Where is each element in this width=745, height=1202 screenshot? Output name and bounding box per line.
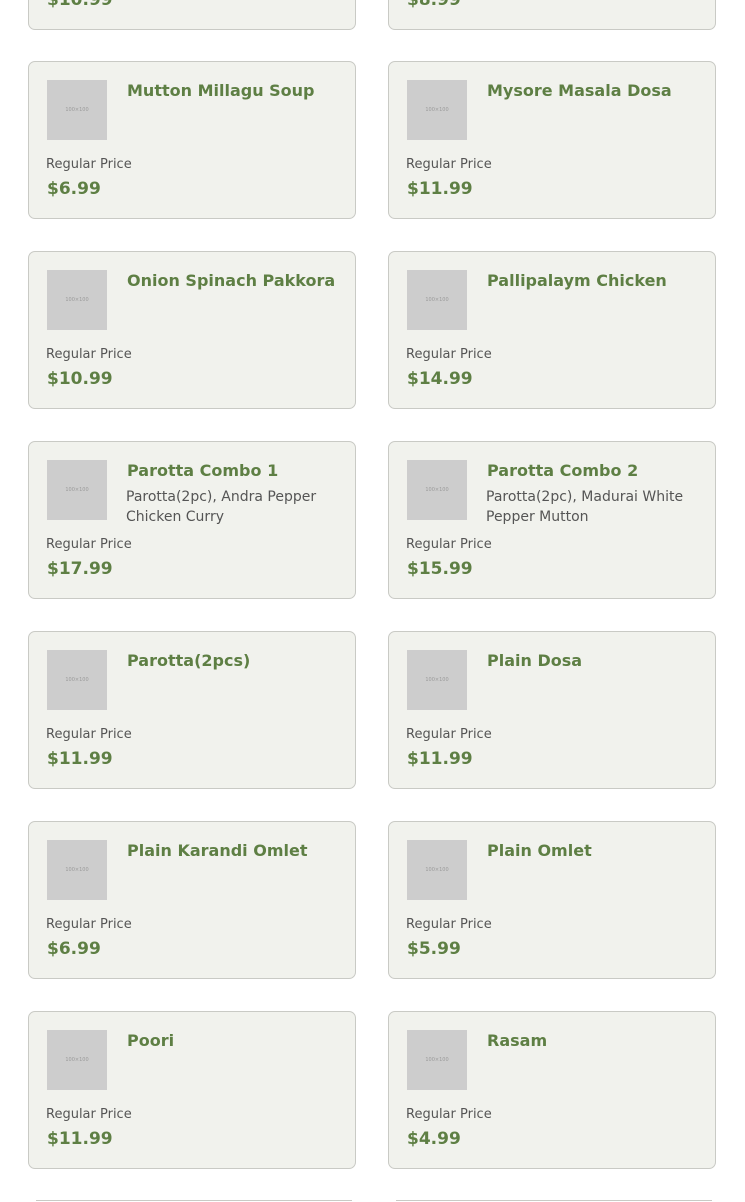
price-label: Regular Price [46, 1107, 132, 1122]
menu-item-card[interactable]: 100×100 Plain Karandi Omlet Regular Pric… [28, 821, 356, 979]
item-price: $11.99 [47, 1129, 113, 1149]
item-thumbnail-placeholder: 100×100 [407, 80, 467, 140]
item-thumbnail-placeholder: 100×100 [407, 270, 467, 330]
price-label: Regular Price [46, 537, 132, 552]
price-label: Regular Price [46, 917, 132, 932]
item-price: $6.99 [47, 179, 101, 199]
menu-item-card[interactable]: 100×100 Onion Spinach Pakkora Regular Pr… [28, 251, 356, 409]
menu-item-card[interactable]: 100×100 Plain Omlet Regular Price $5.99 [388, 821, 716, 979]
item-price: $11.99 [407, 749, 473, 769]
placeholder-text: 100×100 [65, 1057, 89, 1063]
item-price: $14.99 [407, 369, 473, 389]
placeholder-text: 100×100 [65, 677, 89, 683]
item-price: $11.99 [407, 179, 473, 199]
item-name[interactable]: Pallipalaym Chicken [487, 271, 705, 291]
next-card-edge [36, 1200, 352, 1201]
price-label: Regular Price [46, 347, 132, 362]
item-name[interactable]: Rasam [487, 1031, 705, 1051]
item-price: $11.99 [47, 749, 113, 769]
item-thumbnail-placeholder: 100×100 [47, 1030, 107, 1090]
next-card-edge [396, 1200, 712, 1201]
menu-item-card[interactable]: 100×100 Plain Dosa Regular Price $11.99 [388, 631, 716, 789]
menu-item-card[interactable]: 100×100 Mutton Millagu Soup Regular Pric… [28, 61, 356, 219]
placeholder-text: 100×100 [425, 297, 449, 303]
item-price: $6.99 [47, 939, 101, 959]
item-thumbnail-placeholder: 100×100 [47, 650, 107, 710]
menu-item-card[interactable]: 100×100 Parotta Combo 2 Parotta(2pc), Ma… [388, 441, 716, 599]
price-label: Regular Price [46, 157, 132, 172]
item-thumbnail-placeholder: 100×100 [407, 650, 467, 710]
item-thumbnail-placeholder: 100×100 [47, 460, 107, 520]
item-thumbnail-placeholder: 100×100 [47, 840, 107, 900]
item-thumbnail-placeholder: 100×100 [407, 840, 467, 900]
menu-item-card[interactable]: 100×100 Mysore Masala Dosa Regular Price… [388, 61, 716, 219]
item-price: $10.99 [47, 0, 113, 10]
item-price: $15.99 [407, 559, 473, 579]
placeholder-text: 100×100 [425, 107, 449, 113]
item-name[interactable]: Parotta(2pcs) [127, 651, 345, 671]
menu-item-card-partial[interactable]: $10.99 [28, 0, 356, 30]
placeholder-text: 100×100 [425, 487, 449, 493]
menu-item-card[interactable]: 100×100 Poori Regular Price $11.99 [28, 1011, 356, 1169]
price-label: Regular Price [406, 917, 492, 932]
item-name[interactable]: Plain Omlet [487, 841, 705, 861]
item-price: $8.99 [407, 0, 461, 10]
item-price: $17.99 [47, 559, 113, 579]
menu-item-card[interactable]: 100×100 Rasam Regular Price $4.99 [388, 1011, 716, 1169]
menu-item-card[interactable]: 100×100 Parotta Combo 1 Parotta(2pc), An… [28, 441, 356, 599]
item-name[interactable]: Plain Karandi Omlet [127, 841, 345, 861]
placeholder-text: 100×100 [65, 487, 89, 493]
price-label: Regular Price [406, 537, 492, 552]
item-thumbnail-placeholder: 100×100 [47, 270, 107, 330]
price-label: Regular Price [46, 727, 132, 742]
placeholder-text: 100×100 [425, 677, 449, 683]
menu-item-card-partial[interactable]: $8.99 [388, 0, 716, 30]
item-price: $4.99 [407, 1129, 461, 1149]
item-name[interactable]: Onion Spinach Pakkora [127, 271, 345, 291]
price-label: Regular Price [406, 727, 492, 742]
item-name[interactable]: Poori [127, 1031, 345, 1051]
item-description: Parotta(2pc), Andra Pepper Chicken Curry [126, 489, 317, 525]
item-description: Parotta(2pc), Madurai White Pepper Mutto… [486, 489, 684, 525]
price-label: Regular Price [406, 1107, 492, 1122]
price-label: Regular Price [406, 347, 492, 362]
placeholder-text: 100×100 [65, 867, 89, 873]
item-price: $5.99 [407, 939, 461, 959]
item-thumbnail-placeholder: 100×100 [407, 1030, 467, 1090]
item-thumbnail-placeholder: 100×100 [407, 460, 467, 520]
price-label: Regular Price [406, 157, 492, 172]
menu-item-card[interactable]: 100×100 Parotta(2pcs) Regular Price $11.… [28, 631, 356, 789]
item-name[interactable]: Parotta Combo 1 [127, 461, 345, 481]
placeholder-text: 100×100 [65, 297, 89, 303]
item-name[interactable]: Mutton Millagu Soup [127, 81, 345, 101]
item-name[interactable]: Parotta Combo 2 [487, 461, 705, 481]
item-name[interactable]: Plain Dosa [487, 651, 705, 671]
item-thumbnail-placeholder: 100×100 [47, 80, 107, 140]
item-name[interactable]: Mysore Masala Dosa [487, 81, 705, 101]
placeholder-text: 100×100 [425, 1057, 449, 1063]
placeholder-text: 100×100 [425, 867, 449, 873]
item-price: $10.99 [47, 369, 113, 389]
menu-item-card[interactable]: 100×100 Pallipalaym Chicken Regular Pric… [388, 251, 716, 409]
placeholder-text: 100×100 [65, 107, 89, 113]
